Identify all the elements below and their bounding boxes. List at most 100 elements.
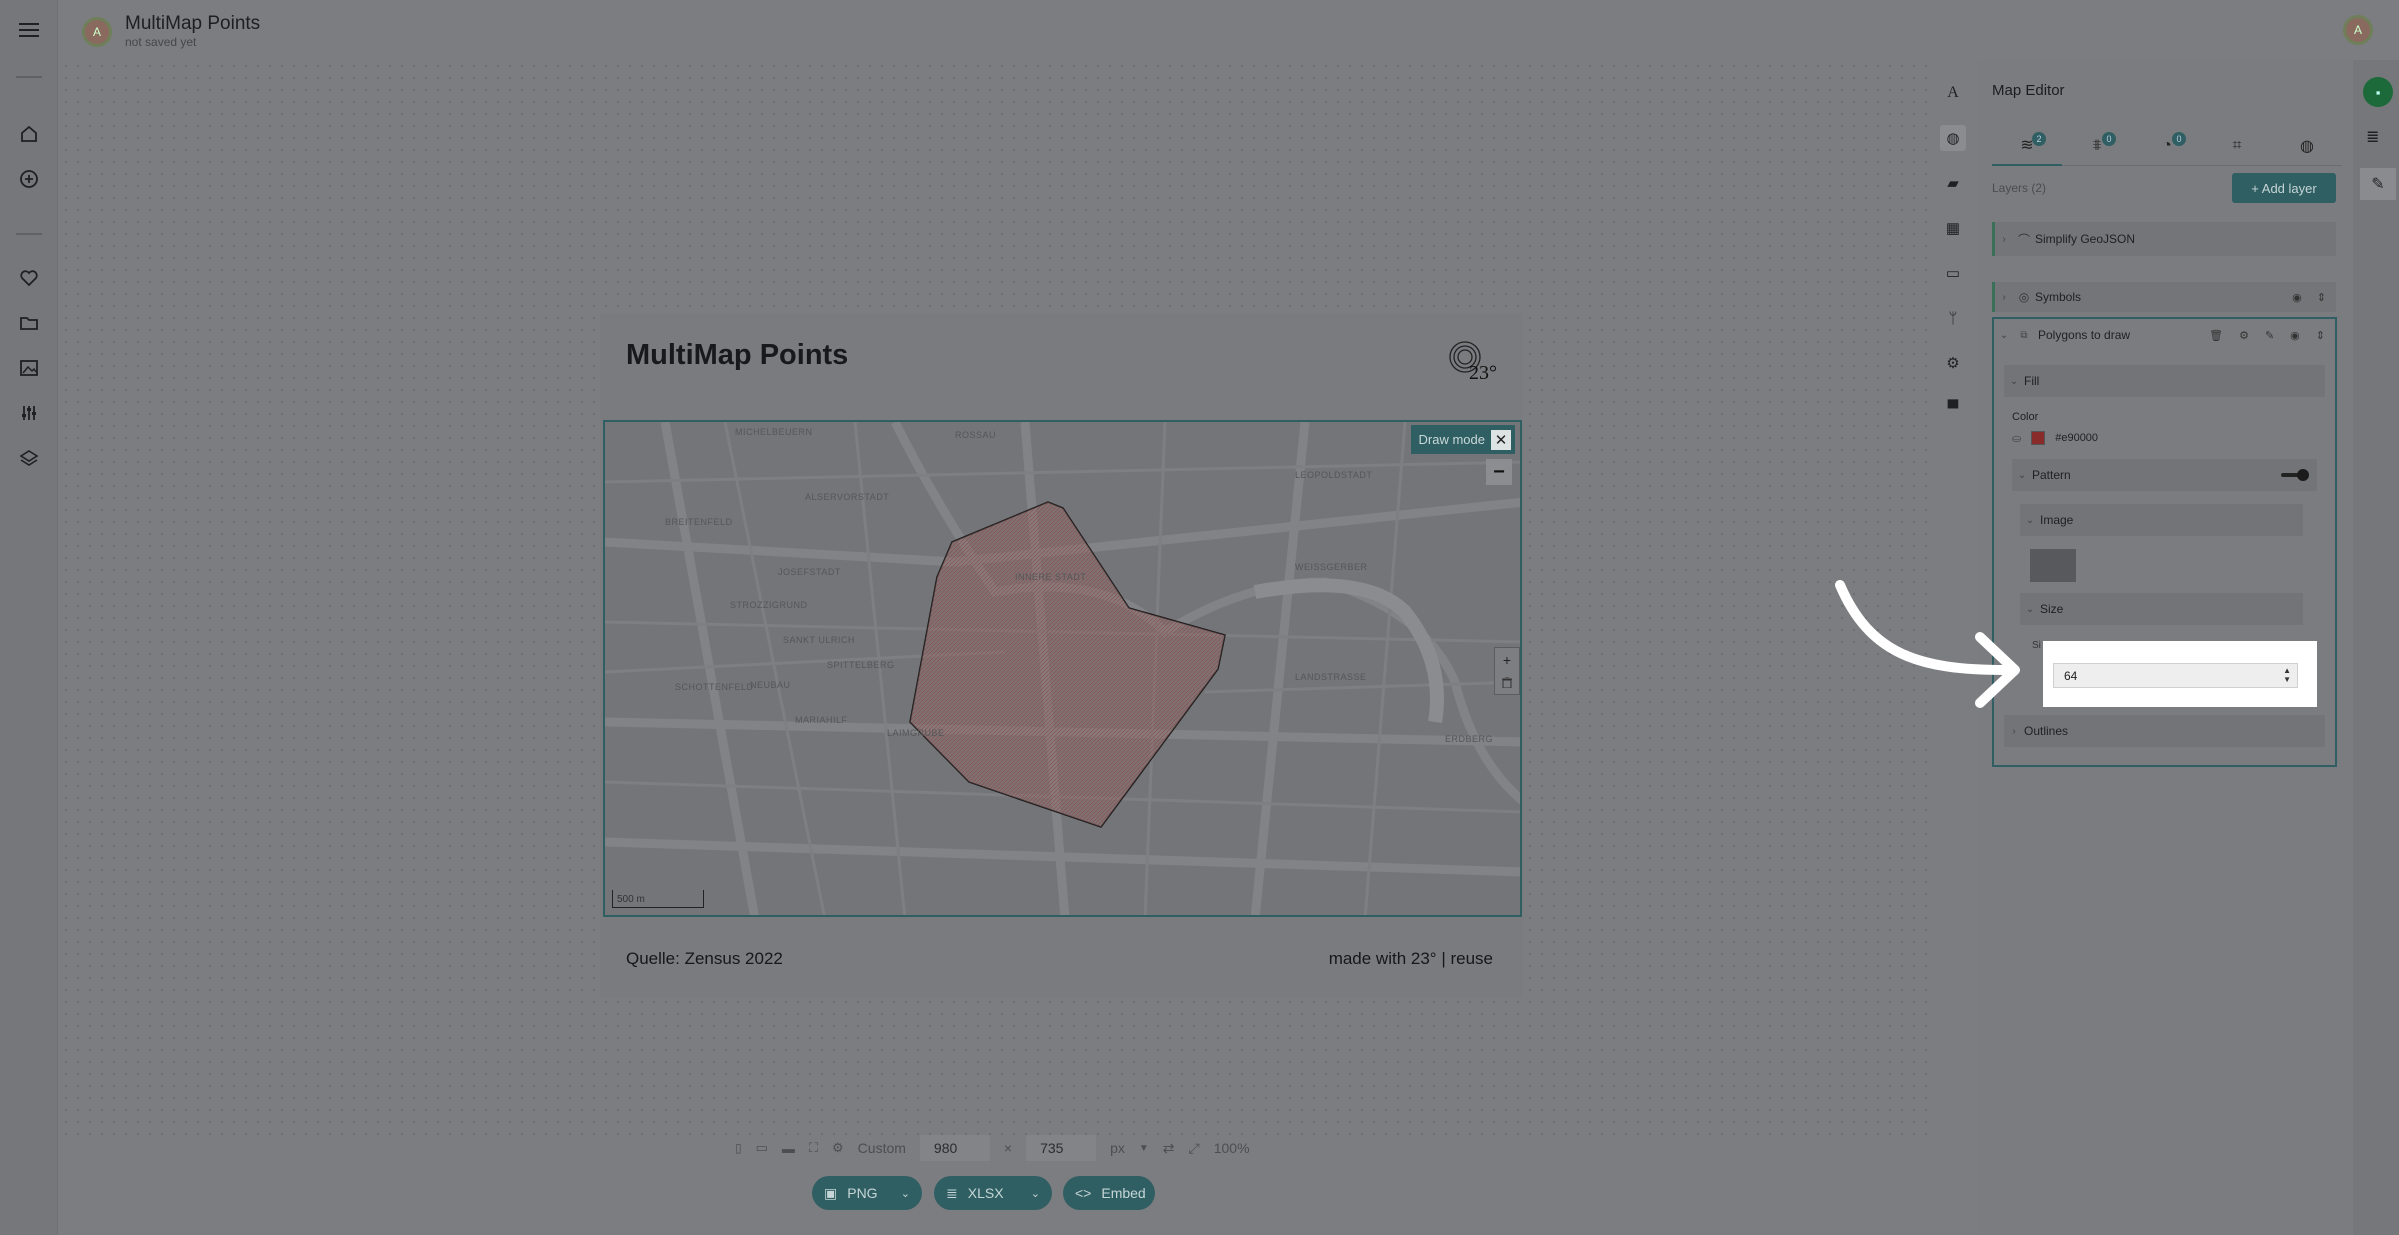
presentation-icon[interactable]: ▭ — [1940, 260, 1966, 286]
menu-icon[interactable] — [16, 17, 42, 43]
chevron-down-icon[interactable]: ⌄ — [901, 1187, 910, 1200]
map-place-label: BREITENFELD — [665, 517, 733, 527]
trash-icon[interactable]: 🗑 — [2209, 329, 2223, 342]
project-title[interactable]: MultiMap Points — [125, 13, 260, 35]
reorder-icon[interactable]: ⇕ — [2317, 291, 2326, 304]
eye-icon[interactable]: ◉ — [2292, 291, 2302, 304]
layer-row-symbols[interactable]: › ◎ Symbols ◉ ⇕ — [1992, 282, 2336, 312]
export-png-button[interactable]: ▣ PNG ⌄ — [812, 1176, 922, 1210]
image-icon[interactable] — [16, 355, 42, 381]
zoom-in-button[interactable]: + — [1503, 652, 1511, 668]
globe-icon[interactable]: ◍ — [1940, 125, 1966, 151]
pattern-section-header[interactable]: ⌄ Pattern — [2012, 459, 2317, 491]
number-spinner[interactable]: ▲ ▼ — [2283, 666, 2291, 684]
layers-count: Layers (2) — [1992, 181, 2047, 195]
mobile-size-icon[interactable]: ▯ — [735, 1141, 742, 1155]
reorder-icon[interactable]: ⇕ — [2316, 329, 2325, 342]
code-icon: <> — [1075, 1185, 1092, 1201]
size-input-highlight: 64 ▲ ▼ — [2043, 641, 2317, 707]
size-section-header[interactable]: ⌄ Size — [2020, 593, 2303, 625]
pencil-icon[interactable]: ✎ — [2360, 168, 2396, 200]
tab-filters[interactable]: ⩨ 0 — [2062, 126, 2132, 166]
paint-roller-icon[interactable]: ▀ — [1940, 395, 1966, 421]
folder-icon[interactable] — [16, 310, 42, 336]
layer-row-simplify-geojson[interactable]: › ⌒ Simplify GeoJSON — [1992, 222, 2336, 256]
close-draw-mode-button[interactable]: ✕ — [1491, 429, 1511, 450]
tab-projection[interactable]: ◍ — [2272, 126, 2342, 166]
height-input[interactable]: 735 — [1026, 1135, 1097, 1161]
save-button[interactable]: ▪ — [2363, 77, 2393, 107]
table-icon[interactable]: ▦ — [1940, 215, 1966, 241]
draw-mode-indicator: Draw mode ✕ — [1410, 425, 1515, 454]
gear-icon[interactable]: ⚙ — [1940, 350, 1966, 376]
size-preset[interactable]: Custom — [858, 1140, 906, 1156]
section-label: Image — [2040, 513, 2074, 527]
zoom-level[interactable]: 100% — [1214, 1140, 1250, 1156]
section-label: Outlines — [2024, 724, 2069, 738]
fill-section-header[interactable]: ⌄ Fill — [2004, 365, 2325, 397]
heart-icon[interactable] — [16, 265, 42, 291]
chevron-down-icon[interactable]: ⌄ — [1031, 1187, 1040, 1200]
chevron-down-icon[interactable]: ⌄ — [1994, 330, 2014, 341]
layer-row-polygons-to-draw[interactable]: ⌄ ⧉ Polygons to draw 🗑 ⚙ ✎ ◉ ⇕ — [1994, 319, 2335, 351]
tab-basemap[interactable]: ⌗ — [2202, 126, 2272, 166]
account-avatar[interactable]: A — [2343, 15, 2373, 45]
chevron-down-icon[interactable]: ▼ — [1139, 1143, 1149, 1154]
tab-popups[interactable]: ◔ 0 — [2132, 126, 2202, 166]
size-value: 64 — [2064, 668, 2078, 683]
unit-select[interactable]: px — [1110, 1140, 1125, 1156]
image-section-header[interactable]: ⌄ Image — [2020, 504, 2303, 536]
zoom-out-button[interactable]: − — [1486, 459, 1512, 485]
color-field[interactable]: ⛀ #e90000 — [2012, 431, 2098, 445]
gear-icon[interactable]: ⚙ — [832, 1140, 844, 1156]
filter-icon: ⩨ — [2092, 137, 2102, 154]
trash-icon[interactable] — [1502, 675, 1512, 691]
desktop-size-icon[interactable]: ▬ — [782, 1141, 795, 1156]
pattern-image-thumbnail[interactable] — [2030, 549, 2076, 582]
layers-icon[interactable] — [16, 445, 42, 471]
user-avatar[interactable]: A — [82, 17, 112, 47]
color-value[interactable]: #e90000 — [2055, 432, 2098, 444]
comment-icon[interactable]: ▰ — [1940, 170, 1966, 196]
tablet-size-icon[interactable]: ▭ — [756, 1140, 768, 1156]
color-swatch[interactable] — [2031, 431, 2046, 445]
chevron-right-icon[interactable]: › — [1995, 292, 2013, 303]
paint-bucket-icon[interactable]: ⛀ — [2012, 432, 2021, 445]
panel-title: Map Editor — [1992, 82, 2065, 99]
polygon-icon: ⧉ — [2020, 329, 2028, 341]
add-layer-button[interactable]: + Add layer — [2232, 173, 2336, 203]
eye-icon[interactable]: ◉ — [2290, 329, 2300, 342]
add-icon[interactable] — [16, 166, 42, 192]
right-action-strip — [2353, 60, 2399, 1235]
map-place-label: MICHELBEUERN — [735, 427, 813, 437]
chevron-right-icon[interactable]: › — [1995, 234, 2013, 245]
pattern-toggle[interactable] — [2281, 469, 2309, 481]
text-icon[interactable]: A — [1940, 80, 1966, 106]
embed-button[interactable]: <> Embed — [1063, 1176, 1155, 1210]
gear-icon[interactable]: ⚙ — [2239, 329, 2249, 342]
size-label: Si — [2032, 640, 2041, 651]
fullscreen-icon[interactable]: ⛶ — [809, 1140, 818, 1156]
swap-icon[interactable]: ⇄ — [1163, 1140, 1175, 1157]
sliders-icon[interactable] — [16, 400, 42, 426]
pattern-size-input[interactable]: 64 ▲ ▼ — [2053, 663, 2298, 688]
tab-layers[interactable]: ≋ 2 — [1992, 126, 2062, 166]
width-input[interactable]: 980 — [919, 1135, 990, 1161]
map-title[interactable]: MultiMap Points — [626, 339, 848, 372]
outlines-section-header[interactable]: › Outlines — [2004, 715, 2325, 747]
svg-text:23°: 23° — [1469, 362, 1497, 383]
section-label: Fill — [2024, 374, 2040, 388]
home-icon[interactable] — [16, 121, 42, 147]
edit-icon[interactable]: ✎ — [2265, 329, 2274, 342]
branch-icon[interactable]: ᛘ — [1940, 305, 1966, 331]
nav-divider — [16, 76, 42, 78]
layer-name: Polygons to draw — [2038, 328, 2131, 342]
database-icon[interactable]: ≣ — [2366, 127, 2379, 147]
map-place-label: LEOPOLDSTADT — [1295, 470, 1373, 480]
resize-icon[interactable]: ⤢ — [1189, 1140, 1200, 1157]
export-xlsx-button[interactable]: ≣ XLSX ⌄ — [934, 1176, 1052, 1210]
database-icon: ≣ — [946, 1184, 958, 1201]
map-view[interactable]: MICHELBEUERN ROSSAU LEOPOLDSTADT ALSERVORST… — [603, 420, 1522, 917]
map-credit[interactable]: made with 23° | reuse — [1329, 949, 1493, 969]
chevron-right-icon: › — [2012, 725, 2016, 737]
